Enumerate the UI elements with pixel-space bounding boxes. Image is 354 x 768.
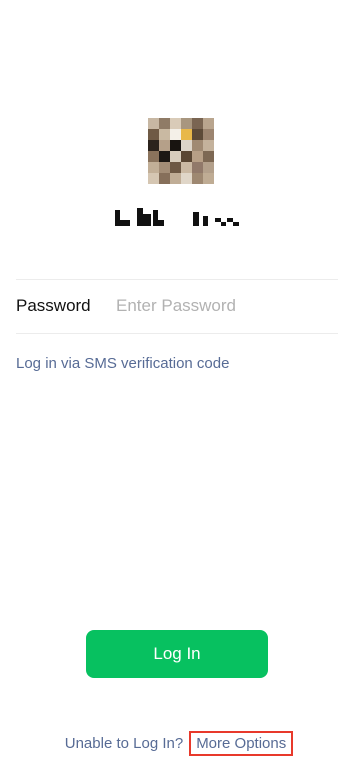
avatar-pixel [148,129,159,140]
sms-login-link[interactable]: Log in via SMS verification code [16,355,229,372]
avatar-pixel [159,162,170,173]
avatar [148,118,214,184]
avatar-pixel [203,129,214,140]
avatar-pixel [170,162,181,173]
password-row: Password [16,280,338,332]
avatar-pixel [170,173,181,184]
avatar-pixel [192,151,203,162]
avatar-pixel [181,162,192,173]
avatar-pixel [170,151,181,162]
avatar-pixel [148,151,159,162]
avatar-pixel [148,118,159,129]
password-label: Password [16,296,91,315]
username-pixelated [115,208,245,228]
avatar-pixel [159,173,170,184]
avatar-pixel [181,151,192,162]
avatar-pixel [159,140,170,151]
bottom-links: Unable to Log In? More Options [0,731,354,756]
avatar-pixel [203,151,214,162]
avatar-pixel [159,118,170,129]
avatar-pixel [192,129,203,140]
login-button[interactable]: Log In [86,630,268,678]
avatar-pixel [192,140,203,151]
avatar-pixel [181,118,192,129]
password-input[interactable] [116,296,338,316]
avatar-pixel [203,140,214,151]
avatar-pixel [170,118,181,129]
avatar-pixel [203,173,214,184]
avatar-pixel [181,129,192,140]
divider-bottom [16,333,338,334]
avatar-pixel [181,140,192,151]
avatar-pixel [148,162,159,173]
avatar-pixel [148,173,159,184]
avatar-pixel [192,118,203,129]
avatar-pixel [203,162,214,173]
avatar-pixel [170,140,181,151]
avatar-pixel [203,118,214,129]
avatar-pixel [148,140,159,151]
avatar-pixel [159,129,170,140]
avatar-pixel [192,162,203,173]
avatar-pixel [170,129,181,140]
unable-to-login-link[interactable]: Unable to Log In? [65,735,183,752]
more-options-link[interactable]: More Options [189,731,294,756]
avatar-pixel [159,151,170,162]
avatar-pixel [192,173,203,184]
avatar-pixel [181,173,192,184]
